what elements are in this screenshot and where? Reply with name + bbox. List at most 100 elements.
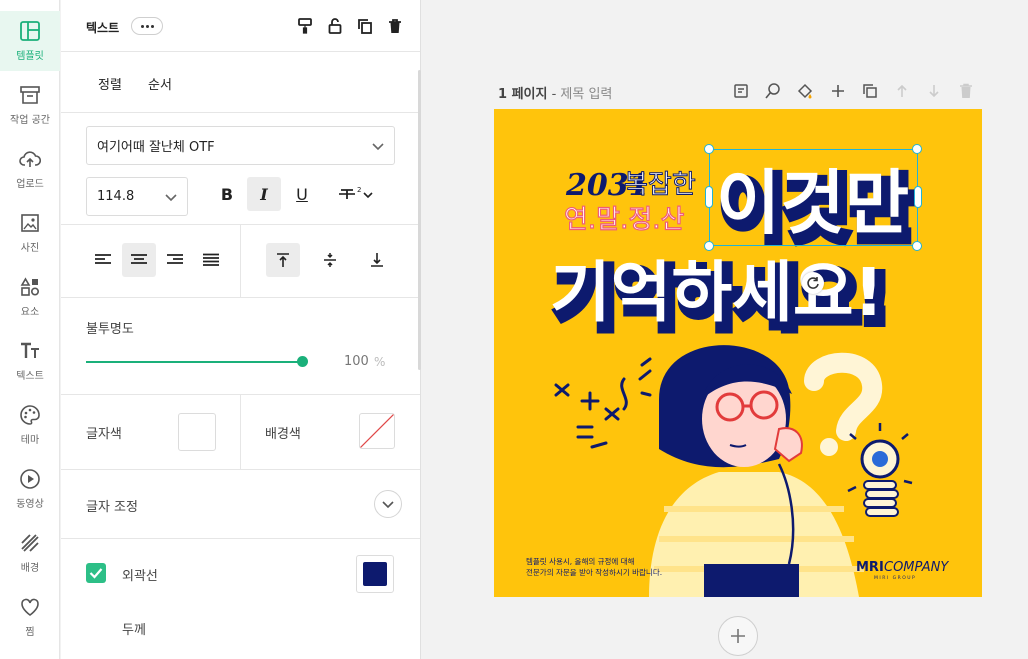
panel-header: 텍스트	[61, 0, 420, 52]
opacity-value[interactable]: 100	[344, 354, 369, 369]
pattern-icon	[19, 532, 41, 554]
page-title-input[interactable]: 제목 입력	[560, 87, 612, 102]
align-justify-icon	[203, 253, 219, 266]
font-section: 여기어때 잘난체 OTF 114.8 B I U 2	[61, 113, 420, 225]
format-paint-icon[interactable]	[295, 16, 315, 36]
heart-icon	[19, 596, 41, 618]
align-right-icon	[167, 254, 183, 264]
resize-handle-br[interactable]	[912, 241, 922, 251]
rail-item-video[interactable]: 동영상	[0, 459, 60, 519]
opacity-slider-track[interactable]	[86, 361, 304, 363]
outline-checkbox[interactable]	[86, 563, 106, 583]
underline-button[interactable]: U	[285, 177, 319, 211]
alignment-section	[61, 225, 420, 298]
rail-item-favorites[interactable]: 찜	[0, 587, 60, 647]
headline-year-end: 연.말.정.산	[564, 205, 684, 235]
page-title-separator: -	[547, 87, 561, 102]
thickness-label: 두께	[122, 623, 146, 638]
magic-search-icon[interactable]	[762, 80, 784, 102]
valign-middle-button[interactable]	[313, 243, 347, 277]
shapes-icon	[19, 276, 41, 298]
footer-line2: 전문가의 자문을 받아 작성하시기 바랍니다.	[526, 567, 662, 577]
trash-icon[interactable]	[385, 16, 405, 36]
rail-item-workspace[interactable]: 작업 공간	[0, 75, 60, 135]
rail-item-upload[interactable]: 업로드	[0, 139, 60, 199]
rotate-handle[interactable]	[802, 272, 824, 294]
math-doodles	[554, 357, 652, 449]
tab-align[interactable]: 정렬	[98, 74, 122, 93]
strikethrough-options-button[interactable]: 2	[331, 177, 381, 211]
unlock-icon[interactable]	[325, 16, 345, 36]
opacity-section: 불투명도	[61, 298, 420, 395]
resize-handle-right[interactable]	[914, 186, 922, 208]
woman-illustration	[649, 345, 864, 597]
rail-item-photos[interactable]: 사진	[0, 203, 60, 263]
strikethrough-icon: 2	[339, 186, 373, 199]
align-justify-button[interactable]	[194, 243, 228, 277]
rail-item-elements[interactable]: 요소	[0, 267, 60, 327]
italic-button[interactable]: I	[247, 177, 281, 211]
align-left-button[interactable]	[86, 243, 120, 277]
coin-illustration	[847, 423, 913, 517]
opacity-slider-handle[interactable]	[297, 356, 308, 367]
bg-color-swatch[interactable]	[359, 413, 395, 449]
layout-icon	[19, 20, 41, 42]
valign-bottom-button[interactable]	[360, 243, 394, 277]
valign-top-icon	[277, 253, 289, 267]
align-left-icon	[95, 254, 111, 264]
rail-item-theme[interactable]: 테마	[0, 395, 60, 455]
text-color-swatch[interactable]	[178, 413, 216, 451]
chevron-down-icon	[372, 142, 384, 150]
align-center-icon	[131, 254, 147, 264]
note-icon[interactable]	[730, 80, 752, 102]
valign-top-button[interactable]	[266, 243, 300, 277]
panel-scrollbar[interactable]	[418, 70, 421, 370]
align-center-button[interactable]	[122, 243, 156, 277]
text-icon	[19, 340, 41, 362]
rail-item-templates[interactable]: 템플릿	[0, 11, 60, 71]
footer-line1: 템플릿 사용시, 올해의 규정에 대해	[526, 556, 635, 566]
text-color-label: 글자색	[86, 427, 122, 442]
outline-color-fill	[363, 562, 387, 586]
left-rail: 템플릿 작업 공간 업로드 사진 요소 텍스트 테마 동영상 배경 찜	[0, 0, 60, 659]
tab-order[interactable]: 순서	[148, 74, 172, 93]
rotate-icon	[807, 277, 819, 289]
panel-title: 텍스트	[86, 21, 120, 35]
rail-label: 사진	[20, 243, 40, 254]
cloud-upload-icon	[19, 148, 41, 170]
outline-label: 외곽선	[122, 569, 158, 584]
headline-complex: 복잡한	[624, 170, 696, 200]
resize-handle-tr[interactable]	[912, 144, 922, 154]
outline-color-swatch[interactable]	[356, 555, 394, 593]
more-options-button[interactable]	[131, 17, 163, 35]
paint-bucket-icon[interactable]	[794, 80, 816, 102]
rail-item-background[interactable]: 배경	[0, 523, 60, 583]
move-down-icon[interactable]	[923, 80, 945, 102]
add-page-button[interactable]	[718, 616, 758, 656]
font-size-select[interactable]: 114.8	[86, 177, 188, 216]
delete-page-icon[interactable]	[955, 80, 977, 102]
text-adjust-section[interactable]: 글자 조정	[61, 470, 420, 539]
resize-handle-bl[interactable]	[704, 241, 714, 251]
bg-color-label: 배경색	[265, 427, 301, 442]
rail-item-text[interactable]: 텍스트	[0, 331, 60, 391]
copy-icon[interactable]	[355, 16, 375, 36]
text-adjust-label: 글자 조정	[86, 500, 138, 515]
brand-name: COMPANY	[884, 560, 949, 575]
align-right-button[interactable]	[158, 243, 192, 277]
bold-button[interactable]: B	[210, 177, 244, 211]
text-selection-box[interactable]	[709, 149, 918, 246]
svg-text:2: 2	[357, 186, 361, 194]
add-element-icon[interactable]	[827, 80, 849, 102]
rail-label: 텍스트	[16, 371, 44, 382]
resize-handle-tl[interactable]	[704, 144, 714, 154]
duplicate-page-icon[interactable]	[859, 80, 881, 102]
font-family-select[interactable]: 여기어때 잘난체 OTF	[86, 126, 395, 165]
move-up-icon[interactable]	[891, 80, 913, 102]
expand-button[interactable]	[374, 490, 402, 518]
page-title-bar: 1 페이지 - 제목 입력	[498, 83, 612, 102]
rail-label: 템플릿	[16, 51, 44, 62]
resize-handle-left[interactable]	[705, 186, 713, 208]
valign-bottom-icon	[371, 253, 383, 267]
rail-label: 업로드	[16, 179, 44, 190]
